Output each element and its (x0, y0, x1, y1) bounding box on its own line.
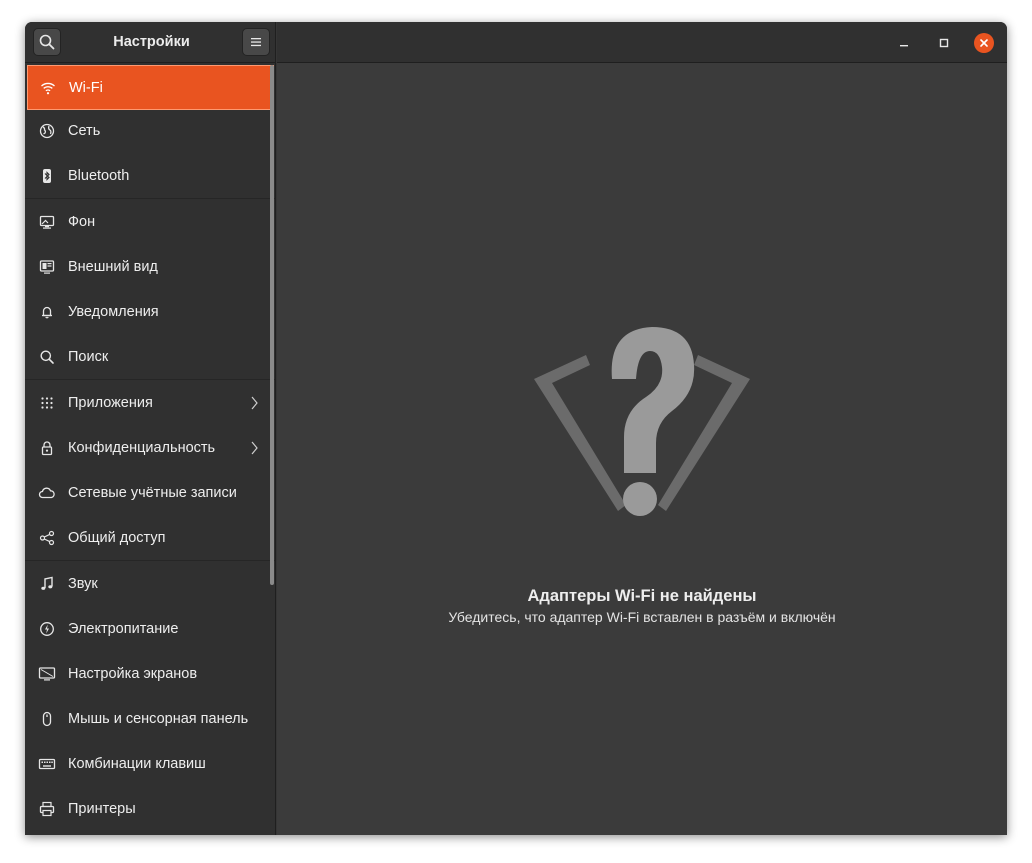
monitor-background-icon (38, 213, 56, 231)
sidebar-item-label: Приложения (68, 394, 153, 411)
minimize-icon (900, 45, 908, 47)
sidebar-item-network[interactable]: Сеть (25, 108, 275, 153)
sidebar-item-privacy[interactable]: Конфиденциальность (25, 425, 275, 470)
sidebar-item-label: Электропитание (68, 620, 179, 637)
sidebar-item-label: Общий доступ (68, 529, 166, 546)
sidebar-item-label: Конфиденциальность (68, 439, 216, 456)
sidebar-item-label: Bluetooth (68, 167, 130, 184)
sidebar-item-label: Поиск (68, 348, 109, 365)
sidebar-item-printers[interactable]: Принтеры (25, 786, 275, 831)
search-button[interactable] (33, 28, 61, 56)
globe-icon (38, 122, 56, 140)
wifi-icon (39, 79, 57, 97)
sidebar-item-label: Уведомления (68, 303, 159, 320)
content-header (277, 22, 1007, 63)
sidebar-item-label: Звук (68, 575, 98, 592)
sidebar-item-mouse-touchpad[interactable]: Мышь и сенсорная панель (25, 696, 275, 741)
close-button[interactable] (974, 33, 994, 53)
sidebar: Wi-Fi Сеть Bluetooth Фон Внешний вид Уве… (25, 63, 276, 835)
keyboard-icon (38, 755, 56, 773)
sidebar-item-label: Wi-Fi (69, 79, 103, 96)
sidebar-item-notifications[interactable]: Уведомления (25, 289, 275, 334)
window-title: Настройки (113, 34, 190, 50)
sidebar-item-label: Настройка экранов (68, 665, 198, 682)
mouse-icon (38, 710, 56, 728)
primary-menu-button[interactable] (242, 28, 270, 56)
apps-grid-icon (38, 394, 56, 412)
sidebar-item-power[interactable]: Электропитание (25, 606, 275, 651)
sidebar-item-online-accounts[interactable]: Сетевые учётные записи (25, 470, 275, 515)
display-icon (38, 665, 56, 683)
appearance-icon (38, 258, 56, 276)
sidebar-item-label: Комбинации клавиш (68, 755, 206, 772)
close-icon (980, 39, 988, 47)
sidebar-item-wifi[interactable]: Wi-Fi (27, 65, 274, 110)
cloud-icon (38, 484, 56, 502)
share-icon (38, 529, 56, 547)
wifi-question-icon (534, 327, 750, 516)
search-icon (38, 348, 56, 366)
music-note-icon (38, 575, 56, 593)
printer-icon (38, 800, 56, 818)
search-icon (39, 34, 55, 50)
wifi-panel: Адаптеры Wi-Fi не найдены Убедитесь, что… (277, 63, 1007, 835)
sidebar-item-applications[interactable]: Приложения (25, 380, 275, 425)
sidebar-item-label: Принтеры (68, 800, 136, 817)
sidebar-item-displays[interactable]: Настройка экранов (25, 651, 275, 696)
sidebar-item-sharing[interactable]: Общий доступ (25, 515, 275, 560)
empty-state-title: Адаптеры Wi-Fi не найдены (527, 587, 757, 605)
sidebar-item-keyboard-shortcuts[interactable]: Комбинации клавиш (25, 741, 275, 786)
sidebar-item-label: Фон (68, 213, 96, 230)
maximize-button[interactable] (934, 33, 954, 53)
sidebar-item-label: Внешний вид (68, 258, 158, 275)
hamburger-menu-icon (251, 38, 261, 47)
sidebar-item-background[interactable]: Фон (25, 199, 275, 244)
minimize-button[interactable] (894, 33, 914, 53)
maximize-icon (939, 38, 949, 48)
sidebar-item-bluetooth[interactable]: Bluetooth (25, 153, 275, 198)
empty-state-subtitle: Убедитесь, что адаптер Wi-Fi вставлен в … (448, 609, 836, 625)
bell-icon (38, 303, 56, 321)
sidebar-item-search[interactable]: Поиск (25, 334, 275, 379)
sidebar-item-label: Сетевые учётные записи (68, 484, 237, 501)
chevron-right-icon (251, 441, 258, 454)
sidebar-item-label: Сеть (68, 122, 101, 139)
sidebar-item-label: Мышь и сенсорная панель (68, 710, 249, 727)
bluetooth-icon (38, 167, 56, 185)
chevron-right-icon (251, 396, 258, 409)
sidebar-header: Настройки (25, 22, 276, 63)
sidebar-item-sound[interactable]: Звук (25, 561, 275, 606)
sidebar-item-appearance[interactable]: Внешний вид (25, 244, 275, 289)
settings-window: Настройки Wi-Fi Сеть Bluetooth Фон Внешн… (25, 22, 1007, 835)
sidebar-scrollbar[interactable] (270, 65, 274, 585)
power-icon (38, 620, 56, 638)
lock-icon (38, 439, 56, 457)
